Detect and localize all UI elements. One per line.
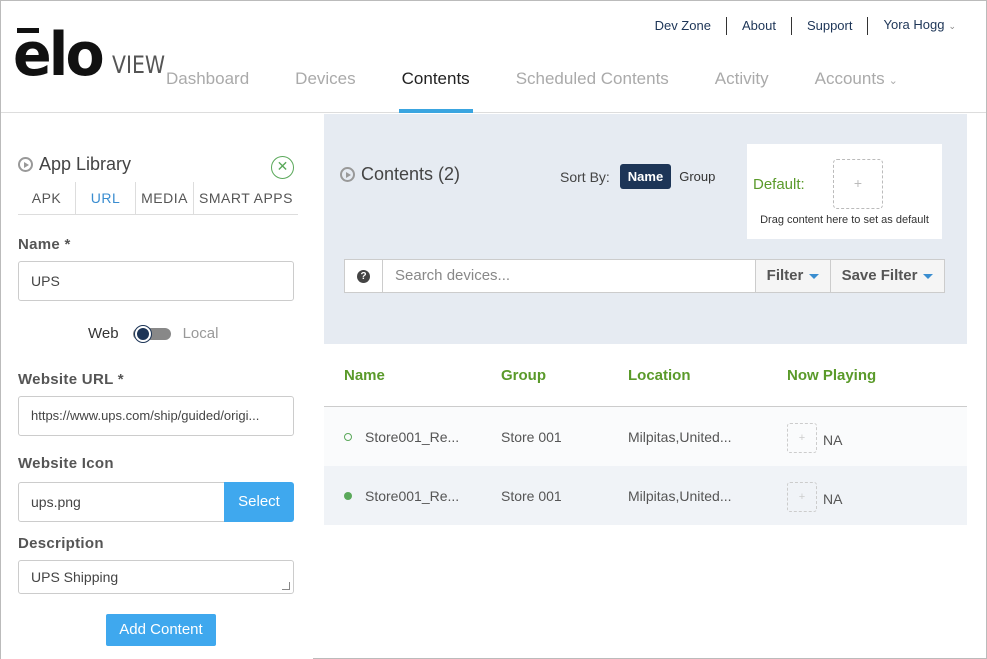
devices-table: Name Group Location Now Playing Store001… <box>324 344 967 525</box>
toggle-local-label: Local <box>182 325 219 342</box>
website-icon-label: Website Icon <box>18 455 114 472</box>
app-library-header: App Library <box>18 154 131 175</box>
default-label: Default: <box>753 176 805 193</box>
tab-media[interactable]: MEDIA <box>136 182 194 214</box>
device-location: Milpitas,United... <box>628 428 732 445</box>
web-local-toggle[interactable] <box>132 325 171 342</box>
tab-devices[interactable]: Devices <box>295 67 355 113</box>
top-link-dev-zone[interactable]: Dev Zone <box>640 16 727 35</box>
table-header: Name Group Location Now Playing <box>324 344 967 407</box>
add-content-button[interactable]: Add Content <box>106 614 216 646</box>
device-group: Store 001 <box>501 428 562 445</box>
header: elo VIEW Dev Zone About Support Yora Hog… <box>1 1 986 113</box>
device-location: Milpitas,United... <box>628 487 732 504</box>
now-playing-cell: + NA <box>787 479 967 512</box>
tab-smart-apps[interactable]: SMART APPS <box>194 182 298 214</box>
table-row[interactable]: Store001_Re... Store 001 Milpitas,United… <box>324 466 967 525</box>
sort-name-button[interactable]: Name <box>619 164 672 189</box>
column-header-name[interactable]: Name <box>324 367 501 384</box>
default-content-box: Default: + Drag content here to set as d… <box>747 144 942 239</box>
now-playing-cell: + NA <box>787 420 967 453</box>
save-filter-button[interactable]: Save Filter <box>830 260 944 292</box>
content-drop-thumb[interactable]: + <box>787 482 817 512</box>
sort-by-label: Sort By: <box>560 168 610 185</box>
device-name-cell: Store001_Re... <box>324 488 501 504</box>
now-playing-value: NA <box>823 490 843 507</box>
caret-down-icon <box>809 273 820 279</box>
contents-title: Contents (2) <box>361 164 461 184</box>
status-online-icon <box>344 491 352 500</box>
play-circle-icon <box>340 167 355 182</box>
elo-view-logo[interactable]: elo VIEW <box>13 20 175 90</box>
user-menu[interactable]: Yora Hogg ⌄ <box>868 16 956 35</box>
contents-panel: Contents (2) Sort By: Name Group Default… <box>324 114 967 344</box>
main-nav: Dashboard Devices Contents Scheduled Con… <box>166 67 944 113</box>
table-row[interactable]: Store001_Re... Store 001 Milpitas,United… <box>324 407 967 466</box>
top-link-about[interactable]: About <box>727 16 792 35</box>
tab-contents[interactable]: Contents <box>398 67 473 113</box>
column-header-location[interactable]: Location <box>628 367 787 384</box>
sort-group-button[interactable]: Group <box>679 169 715 184</box>
app-library-title: App Library <box>39 154 132 174</box>
status-offline-icon <box>344 432 352 441</box>
close-icon[interactable]: ✕ <box>271 156 294 179</box>
play-circle-icon <box>18 157 33 172</box>
search-input[interactable]: Search devices... <box>383 260 755 292</box>
user-name: Yora Hogg <box>883 17 945 32</box>
web-local-toggle-row: Web Local <box>88 325 218 342</box>
tab-dashboard[interactable]: Dashboard <box>166 67 249 113</box>
chevron-down-icon: ⌄ <box>888 75 898 87</box>
tab-apk[interactable]: APK <box>18 182 76 214</box>
app-library-panel: App Library ✕ APK URL MEDIA SMART APPS N… <box>1 114 313 659</box>
sort-by: Sort By: Name Group <box>560 164 715 189</box>
tab-url[interactable]: URL <box>76 182 136 214</box>
description-textarea[interactable]: UPS Shipping <box>18 560 294 594</box>
device-name: Store001_Re... <box>365 487 460 504</box>
logo-view-text: VIEW <box>112 51 166 79</box>
default-hint: Drag content here to set as default <box>760 214 929 226</box>
website-url-field[interactable]: https://www.ups.com/ship/guided/origi... <box>18 396 294 436</box>
filter-button[interactable]: Filter <box>755 260 830 292</box>
tab-activity[interactable]: Activity <box>715 67 769 113</box>
top-link-support[interactable]: Support <box>792 16 869 35</box>
content-drop-thumb[interactable]: + <box>787 423 817 453</box>
description-label: Description <box>18 535 104 552</box>
toggle-web-label: Web <box>88 325 119 342</box>
caret-down-icon <box>923 273 934 279</box>
chevron-down-icon: ⌄ <box>948 21 956 31</box>
name-field[interactable]: UPS <box>18 261 294 301</box>
filter-label: Filter <box>766 267 804 284</box>
contents-header: Contents (2) <box>340 164 460 185</box>
name-label: Name * <box>18 236 71 253</box>
device-search-bar: ? Search devices... Filter Save Filter <box>344 259 945 293</box>
now-playing-value: NA <box>823 431 843 448</box>
help-icon[interactable]: ? <box>345 260 383 292</box>
save-filter-label: Save Filter <box>841 267 918 284</box>
resize-grip-icon[interactable] <box>282 582 290 590</box>
help-glyph: ? <box>357 269 370 283</box>
column-header-now-playing[interactable]: Now Playing <box>787 367 967 384</box>
toggle-knob <box>134 325 151 342</box>
column-header-group[interactable]: Group <box>501 367 628 384</box>
select-button[interactable]: Select <box>224 482 294 522</box>
logo-elo-text: elo <box>13 20 105 90</box>
device-group: Store 001 <box>501 487 562 504</box>
device-name: Store001_Re... <box>365 428 460 445</box>
tab-accounts[interactable]: Accounts ⌄ <box>815 67 898 113</box>
top-links: Dev Zone About Support Yora Hogg ⌄ <box>640 16 956 35</box>
tab-scheduled-contents[interactable]: Scheduled Contents <box>516 67 669 113</box>
website-icon-field[interactable]: ups.png <box>18 482 225 522</box>
library-tabs: APK URL MEDIA SMART APPS <box>18 182 298 215</box>
default-drop-zone[interactable]: + <box>833 159 883 209</box>
description-text: UPS Shipping <box>31 569 119 585</box>
device-name-cell: Store001_Re... <box>324 429 501 445</box>
tab-accounts-label: Accounts <box>814 69 885 88</box>
website-url-label: Website URL * <box>18 371 124 388</box>
